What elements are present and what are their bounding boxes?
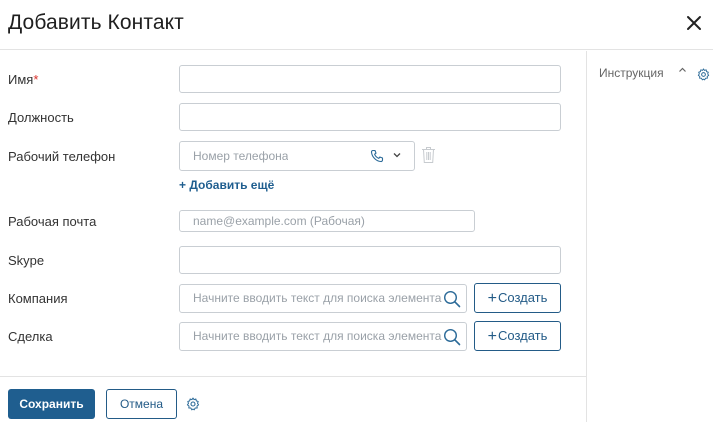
search-icon[interactable] — [443, 290, 461, 308]
work-email-label: Рабочая почта — [8, 214, 97, 229]
work-phone-input[interactable]: Номер телефона — [179, 141, 415, 171]
add-phone-link[interactable]: + Добавить ещё — [179, 178, 274, 192]
plus-icon: + — [487, 290, 497, 307]
close-icon[interactable] — [683, 12, 705, 34]
dialog-header: Добавить Контакт — [0, 0, 713, 50]
skype-label: Skype — [8, 253, 45, 268]
deal-placeholder: Начните вводить текст для поиска элемент… — [193, 329, 442, 343]
trash-icon[interactable] — [421, 146, 436, 164]
work-email-placeholder: name@example.com (Рабочая) — [193, 214, 365, 228]
cancel-button[interactable]: Отмена — [106, 389, 177, 419]
work-phone-label: Рабочий телефон — [8, 149, 116, 164]
dialog-title: Добавить Контакт — [8, 11, 184, 34]
gear-icon[interactable] — [697, 68, 710, 81]
phone-icon[interactable] — [370, 149, 384, 163]
gear-icon[interactable] — [186, 397, 200, 411]
work-email-input[interactable]: name@example.com (Рабочая) — [179, 210, 475, 232]
plus-icon: + — [487, 328, 497, 345]
work-phone-placeholder: Номер телефона — [193, 149, 289, 163]
company-placeholder: Начните вводить текст для поиска элемент… — [193, 291, 442, 305]
skype-input[interactable] — [179, 246, 561, 274]
name-input[interactable] — [179, 65, 561, 93]
chevron-down-icon[interactable] — [392, 151, 402, 159]
position-input[interactable] — [179, 103, 561, 131]
search-icon[interactable] — [443, 328, 461, 346]
sidebar-divider — [586, 51, 587, 422]
position-label: Должность — [8, 110, 74, 125]
chevron-up-icon[interactable] — [678, 66, 687, 74]
instruction-title: Инструкция — [599, 66, 664, 80]
name-label: Имя* — [8, 72, 39, 87]
company-search-input[interactable]: Начните вводить текст для поиска элемент… — [179, 284, 467, 313]
save-button[interactable]: Сохранить — [8, 389, 95, 419]
required-mark: * — [33, 72, 39, 87]
deal-search-input[interactable]: Начните вводить текст для поиска элемент… — [179, 322, 467, 351]
create-company-button[interactable]: +Создать — [474, 283, 561, 313]
deal-label: Сделка — [8, 329, 53, 344]
company-label: Компания — [8, 291, 68, 306]
create-deal-button[interactable]: +Создать — [474, 321, 561, 351]
footer-divider — [0, 376, 586, 377]
